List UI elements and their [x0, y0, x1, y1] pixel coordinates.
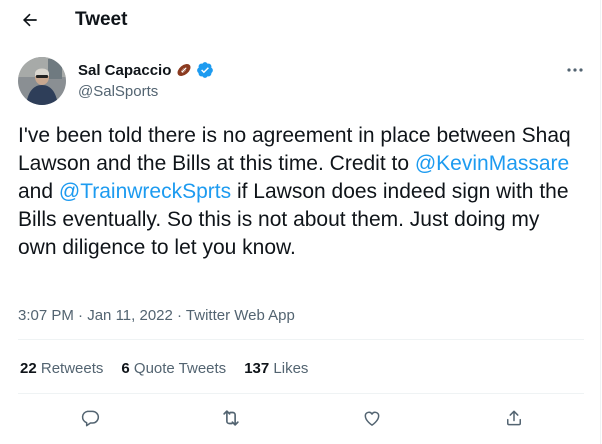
quote-tweets-stat[interactable]: 6 Quote Tweets	[121, 360, 226, 377]
tweet-stats: 22 Retweets 6 Quote Tweets 137 Likes	[20, 360, 308, 377]
meta-separator: ·	[73, 307, 88, 324]
likes-count: 137	[244, 360, 270, 377]
author-display-name[interactable]: Sal Capaccio	[78, 62, 171, 79]
tweet-source[interactable]: Twitter Web App	[186, 307, 295, 324]
share-button[interactable]	[502, 406, 526, 430]
action-bar	[0, 404, 600, 434]
retweets-count: 22	[20, 360, 37, 377]
tweet-text-part: and	[18, 180, 59, 203]
like-button[interactable]	[360, 406, 384, 430]
likes-label: Likes	[273, 360, 309, 377]
more-options-button[interactable]	[561, 60, 589, 80]
mention-link[interactable]: @KevinMassare	[415, 152, 569, 175]
divider	[18, 339, 584, 340]
quote-tweets-label: Quote Tweets	[133, 360, 227, 377]
verified-badge-icon	[197, 62, 214, 78]
page-title: Tweet	[75, 9, 128, 30]
football-icon	[177, 64, 191, 76]
retweet-icon	[223, 410, 239, 426]
arrow-left-icon	[22, 13, 37, 27]
tweet-time[interactable]: 3:07 PM	[18, 307, 74, 324]
avatar[interactable]	[18, 57, 66, 105]
share-icon	[507, 410, 521, 426]
more-horizontal-icon	[567, 68, 583, 72]
retweet-button[interactable]	[219, 406, 243, 430]
quote-tweets-count: 6	[121, 360, 130, 377]
retweets-label: Retweets	[40, 360, 104, 377]
header: Tweet	[0, 0, 600, 40]
tweet-page: Tweet Sal Capaccio @SalSports I've been …	[0, 0, 601, 444]
tweet-date[interactable]: Jan 11, 2022	[87, 307, 173, 324]
author-name-row[interactable]: Sal Capaccio	[78, 61, 214, 79]
tweet-meta: 3:07 PM · Jan 11, 2022 · Twitter Web App	[18, 307, 295, 324]
mention-link[interactable]: @TrainwreckSprts	[59, 180, 231, 203]
back-button[interactable]	[18, 8, 42, 32]
reply-icon	[81, 410, 100, 427]
tweet-text: I've been told there is no agreement in …	[18, 122, 583, 262]
author-handle[interactable]: @SalSports	[78, 83, 158, 100]
likes-stat[interactable]: 137 Likes	[244, 360, 308, 377]
reply-button[interactable]	[78, 406, 102, 430]
heart-icon	[364, 411, 380, 426]
meta-separator: ·	[172, 307, 186, 324]
divider	[18, 393, 584, 394]
avatar-image	[18, 57, 66, 105]
retweets-stat[interactable]: 22 Retweets	[20, 360, 103, 377]
